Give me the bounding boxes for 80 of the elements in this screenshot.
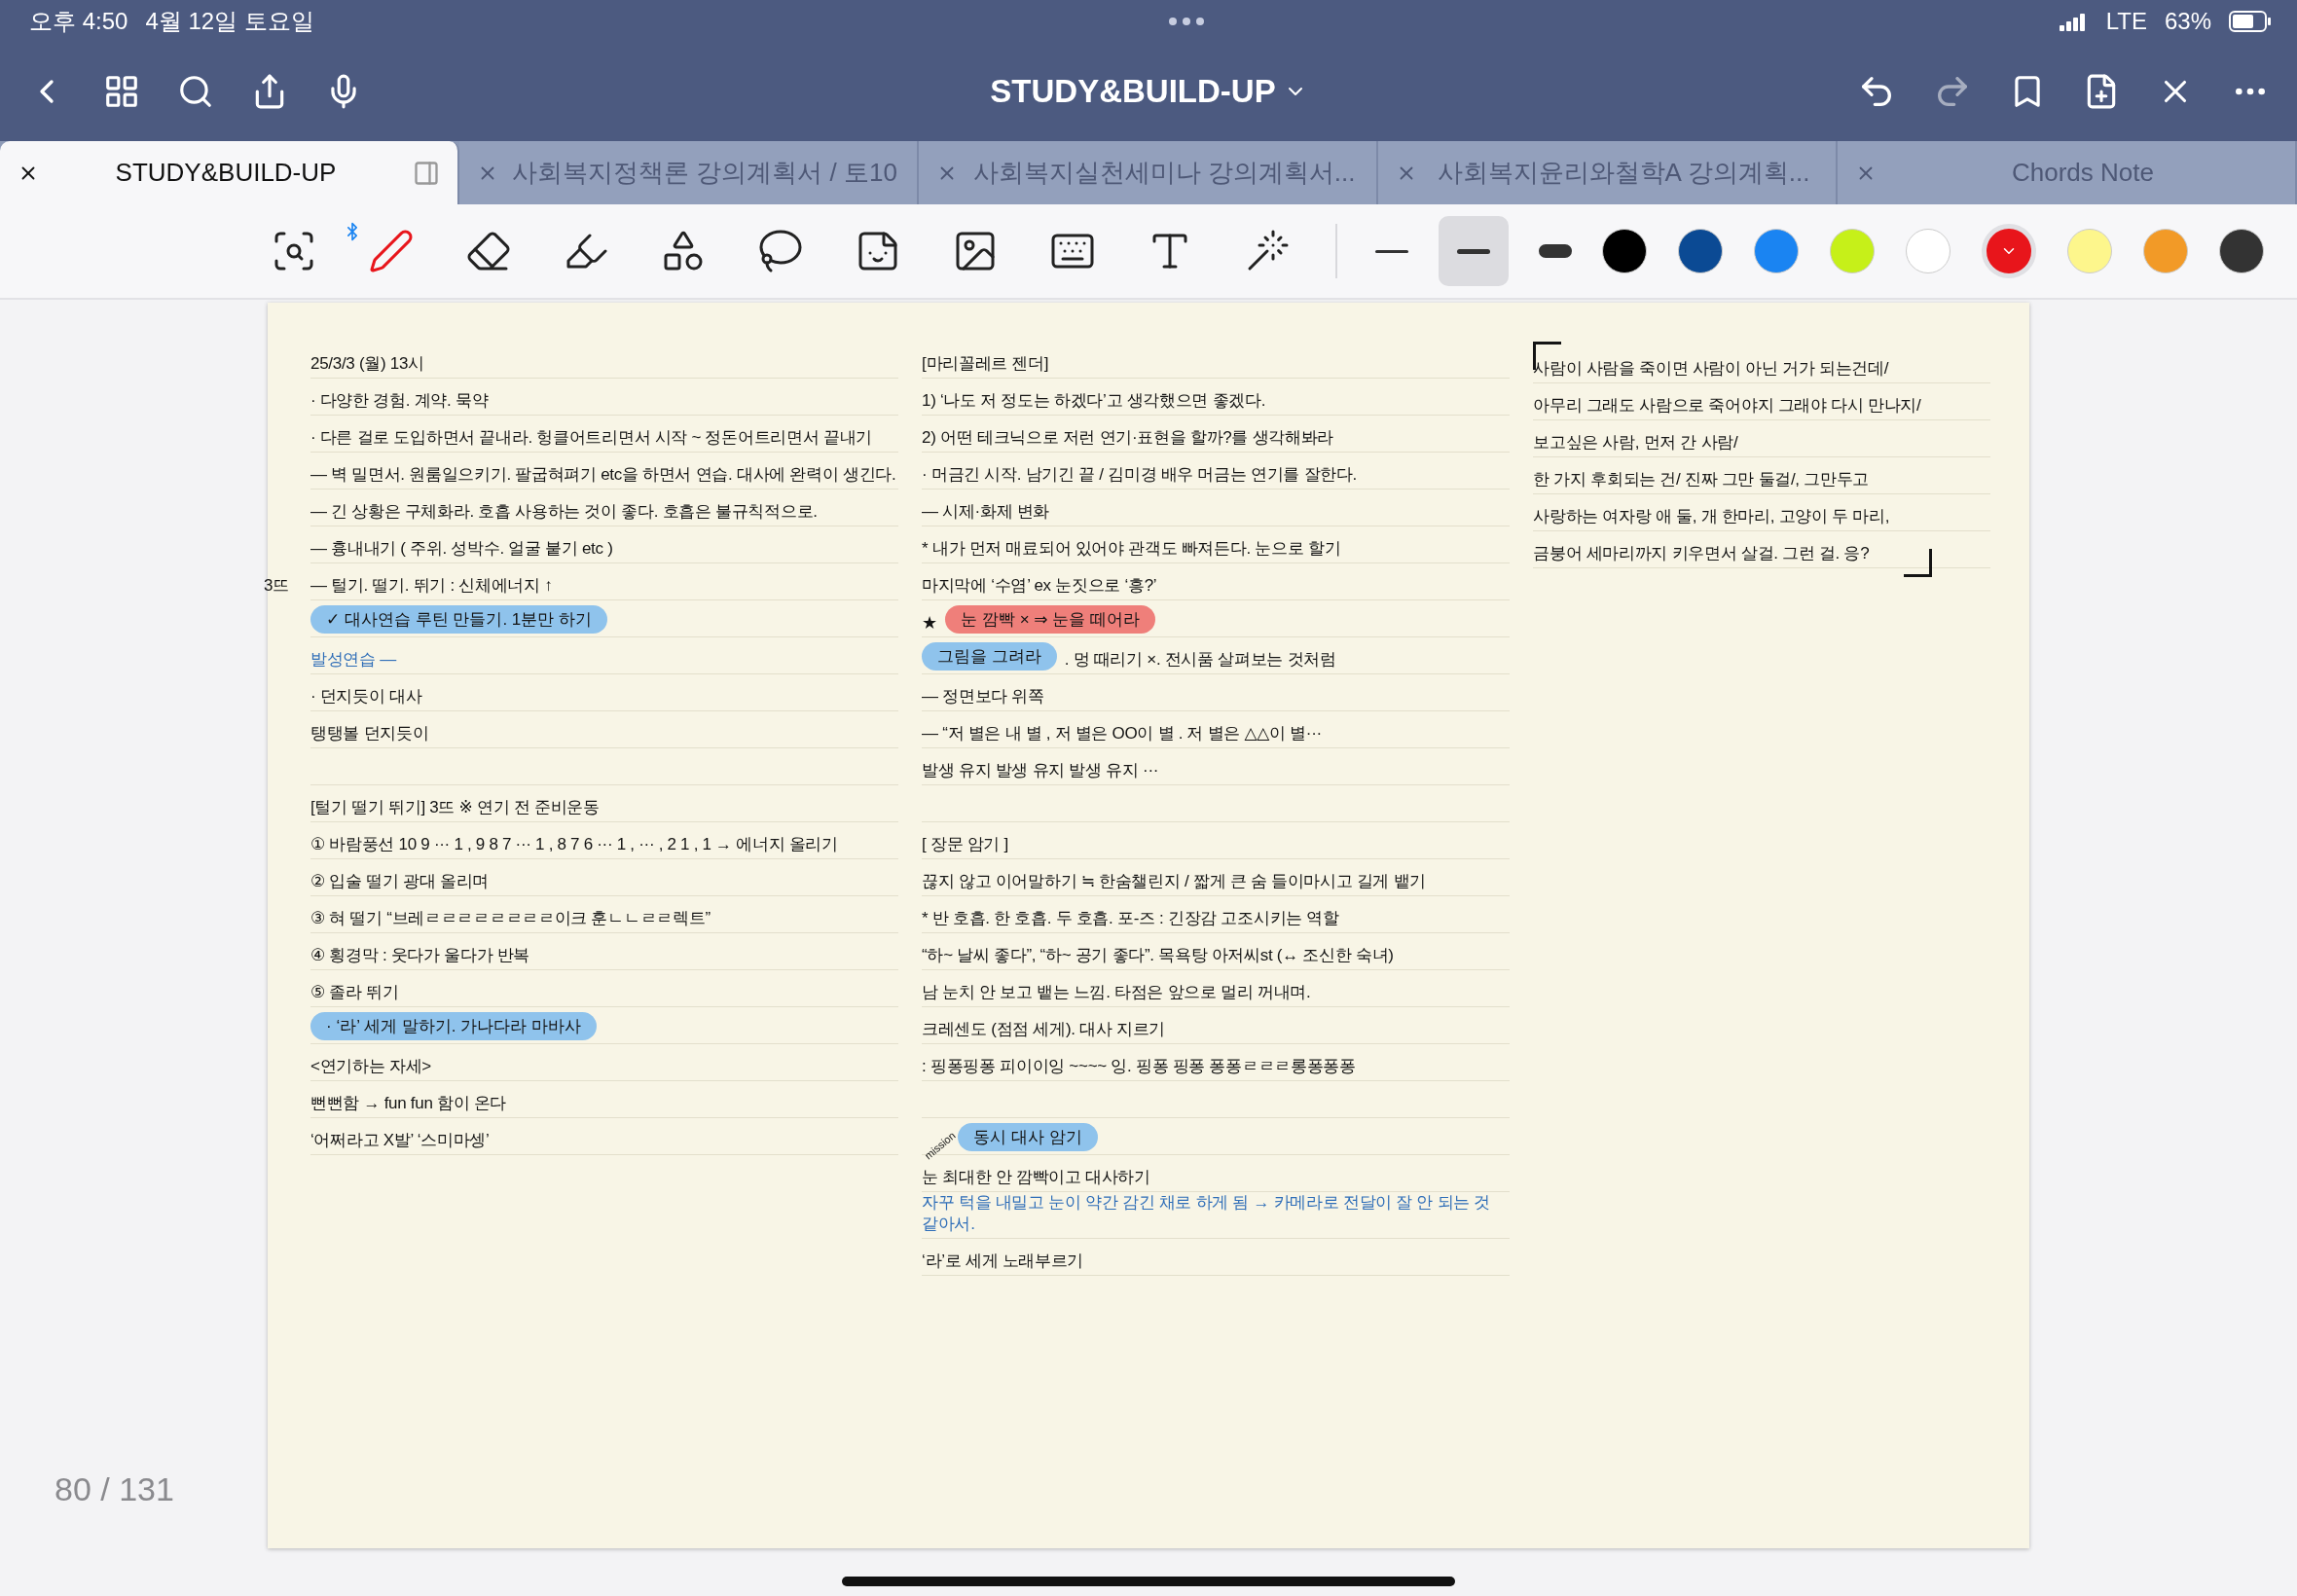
document-tab[interactable]: 사회복지윤리와철학A 강의계획... bbox=[1378, 141, 1838, 204]
color-swatch[interactable] bbox=[2143, 229, 2188, 273]
handwritten-line: — 흉내내기 ( 주위. 성박수. 얼굴 붙기 etc ) bbox=[310, 537, 613, 560]
split-view-icon[interactable] bbox=[413, 159, 440, 187]
handwritten-line: 눈 최대한 안 깜빡이고 대사하기 bbox=[922, 1166, 1150, 1188]
color-swatch[interactable] bbox=[1678, 229, 1723, 273]
handwritten-line: — 털기. 떨기. 뛰기 : 신체에너지 ↑ bbox=[310, 574, 553, 597]
color-swatch[interactable] bbox=[2219, 229, 2264, 273]
handwritten-line: 한 가지 후회되는 건/ 진짜 그만 둘걸/, 그만두고 bbox=[1533, 468, 1869, 490]
handwritten-line: — 시제·화제 변화 bbox=[922, 500, 1050, 523]
highlighted-line: · ‘라’ 세게 말하기. 가나다라 마바사 bbox=[310, 1012, 597, 1040]
handwritten-line: 뻔뻔함 → fun fun 함이 온다 bbox=[310, 1092, 507, 1114]
handwritten-line: ‘어쩌라고 X발’ ‘스미마셍’ bbox=[310, 1129, 490, 1151]
handwritten-line: 보고싶은 사람, 먼저 간 사람/ bbox=[1533, 431, 1738, 453]
network-label: LTE bbox=[2105, 8, 2147, 35]
handwritten-line: [ 장문 암기 ] bbox=[922, 833, 1008, 855]
handwritten-note: 자꾸 턱을 내밀고 눈이 약간 감긴 채로 하게 됨 → 카메라로 전달이 잘 안 되는 것 같아서. bbox=[922, 1192, 1492, 1236]
handwritten-line: ① 바람풍선 10 9 ··· 1 , 9 8 7 ··· 1 , 8 7 6 ··· 1 , ··· , 2 1 , 1 → 에너지 올리기 bbox=[310, 833, 838, 855]
handwritten-line: * 반 호흡. 한 호흡. 두 호흡. 포-즈 : 긴장감 고조시키는 역할 bbox=[922, 907, 1339, 929]
document-tab[interactable]: 사회복지실천세미나 강의계획서... bbox=[919, 141, 1378, 204]
handwritten-line: 1) ‘나도 저 정도는 하겠다’고 생각했으면 좋겠다. bbox=[922, 389, 1266, 412]
document-tab[interactable]: Chords Note bbox=[1838, 141, 2297, 204]
handwritten-line: ③ 혀 떨기 “브레ㄹㄹㄹㄹㄹㄹㄹㄹ이크 훈ㄴㄴㄹㄹ렉트” bbox=[310, 907, 711, 929]
document-tab[interactable]: 사회복지정책론 강의계획서 / 토10 bbox=[459, 141, 919, 204]
stroke-size-button[interactable] bbox=[1439, 216, 1509, 286]
lasso-icon bbox=[757, 228, 804, 274]
handwritten-line: 발생 유지 발생 유지 발생 유지 ··· bbox=[922, 759, 1159, 781]
color-swatch[interactable] bbox=[1906, 229, 1951, 273]
handwritten-line: — 정면보다 위쪽 bbox=[922, 685, 1044, 707]
handwritten-line: 크레센도 (점점 세게). 대사 지르기 bbox=[922, 1018, 1166, 1040]
handwritten-line: · 머금긴 시작. 남기긴 끝 / 김미경 배우 머금는 연기를 잘한다. bbox=[922, 463, 1358, 486]
color-swatch[interactable] bbox=[1602, 229, 1647, 273]
handwritten-line: ④ 횡경막 : 웃다가 울다가 반복 bbox=[310, 944, 530, 966]
handwritten-line: — 긴 상황은 구체화라. 호흡 사용하는 것이 좋다. 호흡은 불규칙적으로. bbox=[310, 500, 818, 523]
handwritten-line: 끊지 않고 이어말하기 ≒ 한숨챌린지 / 짧게 큰 숨 들이마시고 길게 뱉기 bbox=[922, 870, 1427, 892]
multitask-icon[interactable] bbox=[1169, 18, 1205, 25]
margin-note: 3뜨 bbox=[264, 575, 291, 597]
handwritten-line: [털기 떨기 뛰기] 3뜨 ※ 연기 전 준비운동 bbox=[310, 796, 600, 818]
handwritten-line: 사랑하는 여자랑 애 둘, 개 한마리, 고양이 두 마리, bbox=[1533, 505, 1890, 527]
handwritten-line: · 던지듯이 대사 bbox=[310, 685, 422, 707]
handwritten-line: — 벽 밀면서. 원룸일으키기. 팔굽혀펴기 etc을 하면서 연습. 대사에 완력이 생긴다. bbox=[310, 463, 896, 486]
highlighted-line: 눈 깜빡 × ⇒ 눈을 떼어라 bbox=[945, 605, 1155, 634]
handwritten-line: 25/3/3 (월) 13시 bbox=[310, 352, 424, 375]
status-date: 4월 12일 토요일 bbox=[145, 7, 314, 36]
color-swatch[interactable] bbox=[1754, 229, 1799, 273]
color-swatch[interactable] bbox=[2067, 229, 2112, 273]
handwritten-line: 남 눈치 안 보고 뱉는 느낌. 타점은 앞으로 멀리 꺼내며. bbox=[922, 981, 1311, 1003]
handwritten-line: — “저 별은 내 별 , 저 별은 OO이 별 . 저 별은 △△이 별··· bbox=[922, 722, 1322, 744]
color-swatch[interactable] bbox=[1830, 229, 1875, 273]
bracket-mark bbox=[1904, 549, 1932, 577]
handwritten-line: <연기하는 자세> bbox=[310, 1055, 431, 1077]
handwritten-line: “하~ 날씨 좋다”, “하~ 공기 좋다”. 목욕탕 아저씨st (↔ 조신한 숙녀) bbox=[922, 944, 1394, 966]
handwritten-line: . 멍 때리기 ×. 전시품 살펴보는 것처럼 bbox=[1064, 648, 1336, 671]
highlighted-line: 동시 대사 암기 bbox=[958, 1123, 1098, 1151]
document-title[interactable]: STUDY&BUILD-UP bbox=[623, 72, 1674, 111]
handwritten-line: : 핑퐁핑퐁 피이이잉 ~~~~ 잉. 핑퐁 핑퐁 퐁퐁ㄹㄹㄹ롱퐁퐁퐁 bbox=[922, 1055, 1356, 1077]
status-time: 오후 4:50 bbox=[29, 7, 128, 36]
handwritten-note: 발성연습 — bbox=[310, 648, 396, 671]
handwritten-line: * 내가 먼저 매료되어 있어야 관객도 빠져든다. 눈으로 할기 bbox=[922, 537, 1341, 560]
star-mark: ★ bbox=[922, 612, 938, 634]
page-counter: 80 / 131 bbox=[55, 1470, 174, 1508]
color-swatch[interactable] bbox=[1982, 224, 2036, 278]
handwritten-line: ⑤ 졸라 뛰기 bbox=[310, 981, 399, 1003]
handwritten-line: 마지막에 ‘수염’ ex 눈짓으로 ‘흥?’ bbox=[922, 574, 1157, 597]
handwritten-line: 사람이 사람을 죽이면 사람이 아닌 거가 되는건데/ bbox=[1533, 357, 1889, 380]
handwritten-line: · 다양한 경험. 계약. 묵약 bbox=[310, 389, 489, 412]
document-tab[interactable]: STUDY&BUILD-UP bbox=[0, 141, 459, 204]
handwritten-line: 아무리 그래도 사람으로 죽어야지 그래야 다시 만나지/ bbox=[1533, 394, 1921, 417]
highlighted-line: ✓ 대사연습 루틴 만들기. 1분만 하기 bbox=[310, 605, 608, 634]
handwritten-line: 탱탱볼 던지듯이 bbox=[310, 722, 429, 744]
battery-icon bbox=[2229, 11, 2272, 32]
battery-percent: 63% bbox=[2164, 8, 2211, 35]
highlighted-line: 그림을 그려라 bbox=[922, 642, 1057, 671]
handwritten-line: 2) 어떤 테크닉으로 저런 연기·표현을 할까?를 생각해봐라 bbox=[922, 426, 1334, 449]
handwritten-line: ‘라’로 세게 노래부르기 bbox=[922, 1251, 1084, 1273]
handwritten-line: ② 입술 떨기 광대 올리며 bbox=[310, 870, 489, 892]
handwritten-line: 금붕어 세마리까지 키우면서 살걸. 그런 걸. 응? bbox=[1533, 542, 1870, 564]
handwritten-line: [마리꼴레르 젠더] bbox=[922, 352, 1049, 375]
handwritten-line: · 다른 걸로 도입하면서 끝내라. 헝클어트리면서 시작 ~ 정돈어트리면서 끝내기 bbox=[310, 426, 872, 449]
pen-icon bbox=[368, 228, 415, 274]
